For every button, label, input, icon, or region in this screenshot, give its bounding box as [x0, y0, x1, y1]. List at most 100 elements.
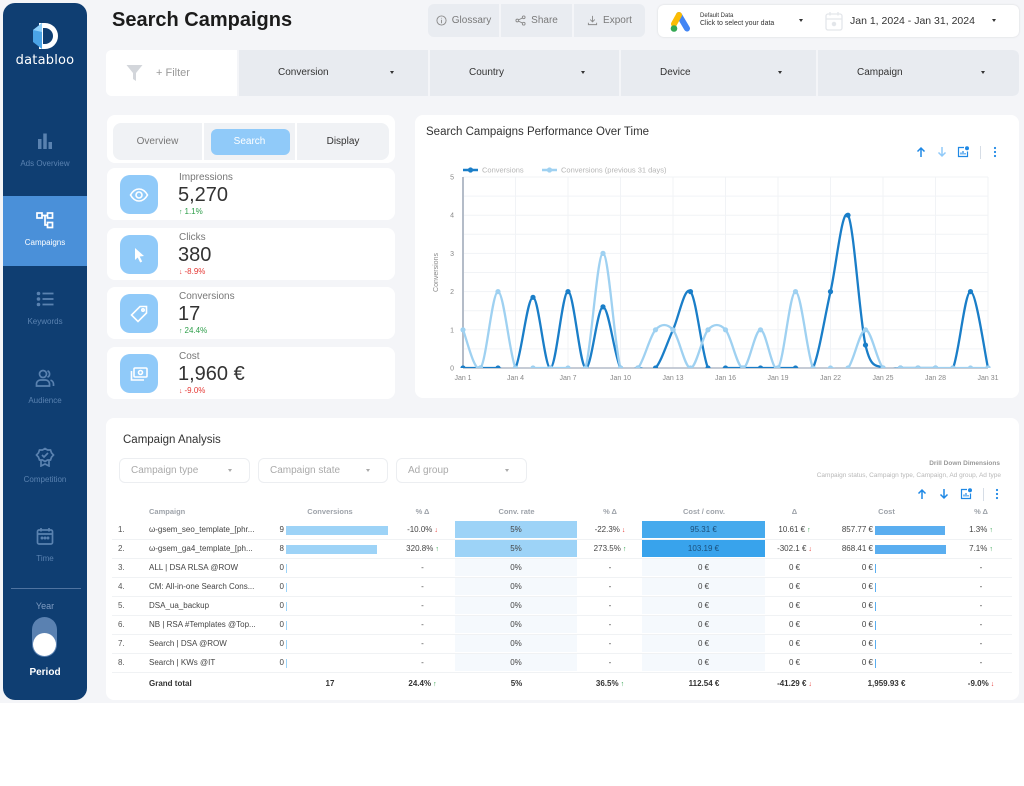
sidebar-item-ads-overview[interactable]: Ads Overview: [3, 117, 87, 187]
cost-cell: 857.77 €: [823, 521, 950, 539]
campaign-name[interactable]: Search | DSA @ROW: [149, 635, 270, 653]
conv-rate-delta: -22.3% ↓: [578, 521, 642, 539]
sidebar-item-label: Time: [36, 554, 54, 563]
tab-search[interactable]: Search: [204, 123, 297, 160]
dropdown-placeholder: Campaign state: [270, 465, 341, 476]
series-current-point: [687, 289, 694, 295]
column-header-cost-per-conv-delta[interactable]: Δ: [766, 505, 823, 518]
table-row[interactable]: 7. Search | DSA @ROW 0 - 0% - 0 € 0 € 0 € -: [112, 635, 1012, 654]
table-row[interactable]: 4. CM: All-in-one Search Cons... 0 - 0% - 0 € 0…: [112, 578, 1012, 597]
conv-rate-cell: 5%: [455, 540, 578, 558]
campaign-name[interactable]: DSA_ua_backup: [149, 597, 270, 615]
campaign-state-dropdown[interactable]: Campaign state: [258, 458, 388, 483]
cost-per-conv-delta: 10.61 € ↑: [766, 521, 823, 539]
total-conversions: 17: [325, 679, 335, 688]
conversions-value: 8: [279, 544, 284, 553]
legend-label: Conversions: [482, 166, 524, 175]
conversions-delta-value: 320.8%: [406, 544, 434, 553]
campaign-name[interactable]: NB | RSA #Templates @Top...: [149, 616, 270, 634]
tab-label: Overview: [136, 136, 179, 147]
total-conv-rate-delta: 36.5% ↑: [578, 675, 642, 694]
filter-dropdown-device[interactable]: Device: [619, 50, 816, 96]
column-header-conversions[interactable]: Conversions: [270, 505, 390, 518]
table-row[interactable]: 3. ALL | DSA RLSA @ROW 0 - 0% - 0 € 0 € 0 € -: [112, 559, 1012, 578]
campaign-name[interactable]: ω-gsem_seo_template_[phr...: [149, 521, 270, 539]
total-cost-per-conv-delta: -41.29 € ↓: [766, 675, 823, 694]
filter-dropdown-campaign[interactable]: Campaign: [816, 50, 1019, 96]
conversions-delta-value: -: [421, 658, 424, 667]
date-range-picker[interactable]: Jan 1, 2024 - Jan 31, 2024: [820, 5, 1019, 37]
campaign-type-dropdown[interactable]: Campaign type: [119, 458, 250, 483]
table-row[interactable]: 8. Search | KWs @IT 0 - 0% - 0 € 0 € 0 € -: [112, 654, 1012, 673]
conversions-cell: 9: [270, 521, 390, 539]
chevron-down-icon: [228, 469, 232, 472]
column-header-conversions-delta[interactable]: % Δ: [390, 505, 455, 518]
campaign-name[interactable]: Search | KWs @IT: [149, 654, 270, 672]
conv-rate-delta: -: [578, 597, 642, 615]
series-previous-point: [722, 327, 729, 333]
drill-down-icon[interactable]: [938, 488, 950, 500]
column-header-cost-delta[interactable]: % Δ: [950, 505, 1012, 518]
table-row[interactable]: 2. ω-gsem_ga4_template_[ph... 8 320.8% ↑ 5% 27…: [112, 540, 1012, 559]
toggle-knob[interactable]: [33, 633, 56, 656]
campaign-name[interactable]: ALL | DSA RLSA @ROW: [149, 559, 270, 577]
ad-group-dropdown[interactable]: Ad group: [396, 458, 527, 483]
year-period-toggle[interactable]: [32, 617, 57, 657]
logo[interactable]: databloo: [3, 21, 87, 68]
sidebar-item-keywords[interactable]: Keywords: [3, 275, 87, 345]
column-header-conv-rate[interactable]: Conv. rate: [455, 505, 578, 518]
trend-up-icon: ↑: [620, 681, 625, 688]
column-header-campaign[interactable]: Campaign: [149, 505, 270, 518]
drill-up-icon[interactable]: [916, 488, 928, 500]
cost-per-conv-delta: 0 €: [766, 559, 823, 577]
export-label: Export: [603, 15, 632, 26]
cost-bar: [875, 620, 876, 630]
filter-dropdown-country[interactable]: Country: [428, 50, 619, 96]
add-filter-button[interactable]: + Filter: [106, 50, 237, 96]
filter-dropdown-label: Device: [660, 67, 691, 78]
campaign-name[interactable]: CM: All-in-one Search Cons...: [149, 578, 270, 596]
chart-settings-icon[interactable]: [960, 488, 972, 500]
legend-marker-dot: [467, 167, 474, 173]
cost-per-conv-cell: 0 €: [642, 616, 766, 634]
table-row[interactable]: 5. DSA_ua_backup 0 - 0% - 0 € 0 € 0 € -: [112, 597, 1012, 616]
legend-marker-dot: [546, 167, 553, 173]
cost-delta-value: -: [979, 582, 983, 591]
scorecard-label: Conversions: [179, 291, 235, 302]
filter-dropdown-conversion[interactable]: Conversion: [237, 50, 428, 96]
scorecard-label: Cost: [179, 351, 200, 362]
conversions-bar: [286, 639, 287, 649]
glossary-button[interactable]: Glossary: [428, 4, 501, 37]
conv-rate-delta-value: 273.5%: [593, 544, 621, 553]
column-header-conv-rate-delta[interactable]: % Δ: [578, 505, 642, 518]
sidebar-item-competition[interactable]: Competition: [3, 433, 87, 503]
chevron-down-icon: [390, 71, 394, 74]
more-options-icon[interactable]: [991, 488, 1003, 500]
cost-value: 0 €: [861, 601, 873, 610]
campaign-name[interactable]: ω-gsem_ga4_template_[ph...: [149, 540, 270, 558]
tab-overview[interactable]: Overview: [113, 123, 204, 160]
column-header-cost-per-conv[interactable]: Cost / conv.: [642, 505, 766, 518]
sidebar-item-time[interactable]: Time: [3, 512, 87, 582]
cost-delta: 7.1% ↑: [950, 540, 1012, 558]
conversions-delta: -: [390, 635, 455, 653]
cost-value: 868.41 €: [841, 544, 873, 553]
chevron-down-icon: [505, 469, 509, 472]
series-current-point: [565, 289, 571, 295]
cost-value: 0 €: [861, 658, 873, 667]
data-source-selector[interactable]: Default Data Click to select your data: [658, 5, 818, 37]
table-row[interactable]: 6. NB | RSA #Templates @Top... 0 - 0% - 0 € 0 €…: [112, 616, 1012, 635]
share-button[interactable]: Share: [501, 4, 574, 37]
table-row[interactable]: 1. ω-gsem_seo_template_[phr... 9 -10.0% ↓ 5% -…: [112, 521, 1012, 540]
series-previous-point: [757, 327, 764, 333]
sidebar: databloo Ads Overview Campaigns Keywords…: [3, 3, 87, 700]
share-label: Share: [531, 15, 558, 26]
tab-display[interactable]: Display: [297, 123, 389, 160]
cost-delta-value: -: [979, 601, 983, 610]
export-button[interactable]: Export: [574, 4, 645, 37]
sidebar-item-audience[interactable]: Audience: [3, 354, 87, 424]
sidebar-item-campaigns[interactable]: Campaigns: [3, 196, 87, 266]
column-header-cost[interactable]: Cost: [823, 505, 950, 518]
series-current-point: [495, 365, 501, 368]
conversions-delta-value: -10.0%: [407, 525, 433, 534]
